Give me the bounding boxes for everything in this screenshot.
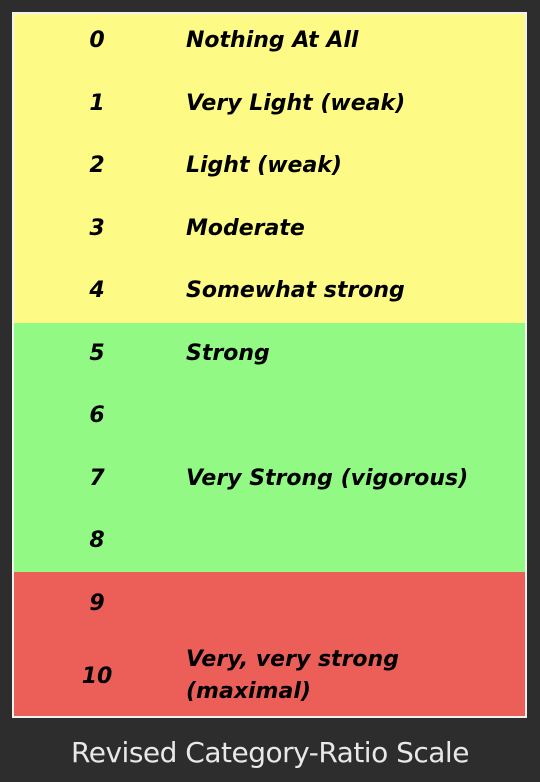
scale-description-line-1: Very, very strong: [186, 647, 399, 672]
scale-description: Nothing At All: [186, 28, 359, 53]
scale-number: 8: [89, 528, 105, 553]
scale-description: Very Light (weak): [186, 91, 406, 116]
scale-description-line-2: (maximal): [186, 679, 311, 704]
scale-number: 0: [89, 28, 105, 53]
scale-description: Moderate: [186, 216, 305, 241]
scale-number: 5: [89, 341, 105, 366]
scale-number: 9: [89, 591, 105, 616]
scale-number: 10: [81, 664, 113, 689]
scale-description: Very Strong (vigorous): [186, 466, 469, 491]
scale-description: Somewhat strong: [186, 278, 405, 303]
rpe-scale-table: 0 Nothing At All 1 Very Light (weak) 2 L…: [12, 12, 527, 718]
scale-number: 4: [89, 278, 105, 303]
slide-frame: 0 Nothing At All 1 Very Light (weak) 2 L…: [0, 0, 540, 782]
scale-number: 3: [89, 216, 105, 241]
scale-number: 6: [89, 403, 105, 428]
scale-caption: Revised Category-Ratio Scale: [71, 736, 469, 769]
scale-description: Light (weak): [186, 153, 342, 178]
scale-number: 2: [89, 153, 105, 178]
scale-number: 1: [89, 91, 105, 116]
scale-description: Strong: [186, 341, 270, 366]
scale-number: 7: [89, 466, 105, 491]
